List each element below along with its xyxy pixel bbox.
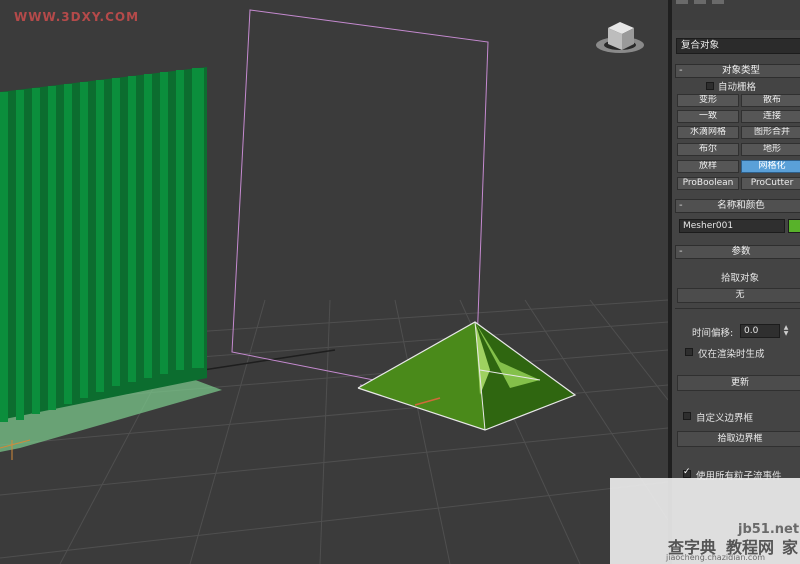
rollout-title: 名称和颜色 [717, 200, 765, 211]
perspective-viewport[interactable]: WWW.3DXY.COM [0, 0, 668, 564]
axis-line [189, 349, 336, 373]
watermark-top: WWW.3DXY.COM [14, 10, 140, 24]
autogrid-label: 自动栅格 [718, 82, 757, 93]
btn-shapemerge[interactable]: 图形合并 [741, 126, 800, 139]
use-all-events-checkbox[interactable] [683, 467, 691, 478]
rollout-parameters[interactable]: - 参数 [675, 245, 800, 259]
update-button[interactable]: 更新 [677, 375, 800, 391]
btn-blobmesh[interactable]: 水滴网格 [677, 126, 739, 139]
collapse-icon: - [679, 200, 683, 211]
object-color-swatch[interactable] [788, 219, 800, 233]
btn-conform[interactable]: 一致 [677, 110, 739, 123]
collapse-icon: - [679, 246, 683, 257]
render-only-label: 仅在渲染时生成 [698, 349, 765, 360]
btn-scatter[interactable]: 散布 [741, 94, 800, 107]
btn-procutter[interactable]: ProCutter [741, 177, 800, 190]
pick-object-label: 拾取对象 [720, 273, 759, 284]
collapse-icon: - [679, 65, 683, 76]
panel-tab-strip [672, 0, 800, 30]
custom-bbox-label: 自定义边界框 [696, 413, 754, 424]
time-offset-label: 时间偏移: [692, 328, 734, 339]
separator [675, 308, 800, 309]
green-curtain-object [0, 67, 207, 422]
rollout-title: 对象类型 [721, 65, 760, 76]
autogrid-checkbox[interactable] [706, 82, 714, 90]
btn-morph[interactable]: 变形 [677, 94, 739, 107]
custom-bbox-checkbox[interactable] [683, 412, 691, 420]
pick-bbox-button[interactable]: 拾取边界框 [677, 431, 800, 447]
time-offset-spinner[interactable]: ▲ ▼ [782, 325, 790, 337]
viewcube-icon [596, 22, 644, 53]
watermark-site2-tail: 家 [782, 538, 799, 557]
btn-proboolean[interactable]: ProBoolean [677, 177, 739, 190]
render-only-checkbox[interactable] [685, 348, 693, 356]
btn-terrain[interactable]: 地形 [741, 143, 800, 156]
object-name-field[interactable]: Mesher001 [679, 219, 785, 233]
btn-connect[interactable]: 连接 [741, 110, 800, 123]
btn-mesher[interactable]: 网格化 [741, 160, 800, 173]
watermark-bottom: jb51.net 查字典 教程网 家 jiaocheng.chazidian.c… [610, 478, 800, 564]
mesher-pyramid-object [357, 321, 577, 431]
btn-loft[interactable]: 放样 [677, 160, 739, 173]
watermark-url: jiaocheng.chazidian.com [666, 553, 766, 562]
rollout-object-type[interactable]: - 对象类型 [675, 64, 800, 78]
btn-boolean[interactable]: 布尔 [677, 143, 739, 156]
category-dropdown[interactable]: 复合对象 [676, 38, 800, 54]
time-offset-field[interactable]: 0.0 [740, 324, 780, 338]
pick-object-button[interactable]: 无 [677, 288, 800, 303]
rollout-name-color[interactable]: - 名称和颜色 [675, 199, 800, 213]
viewport-scene [0, 9, 668, 564]
rollout-title: 参数 [731, 246, 751, 257]
